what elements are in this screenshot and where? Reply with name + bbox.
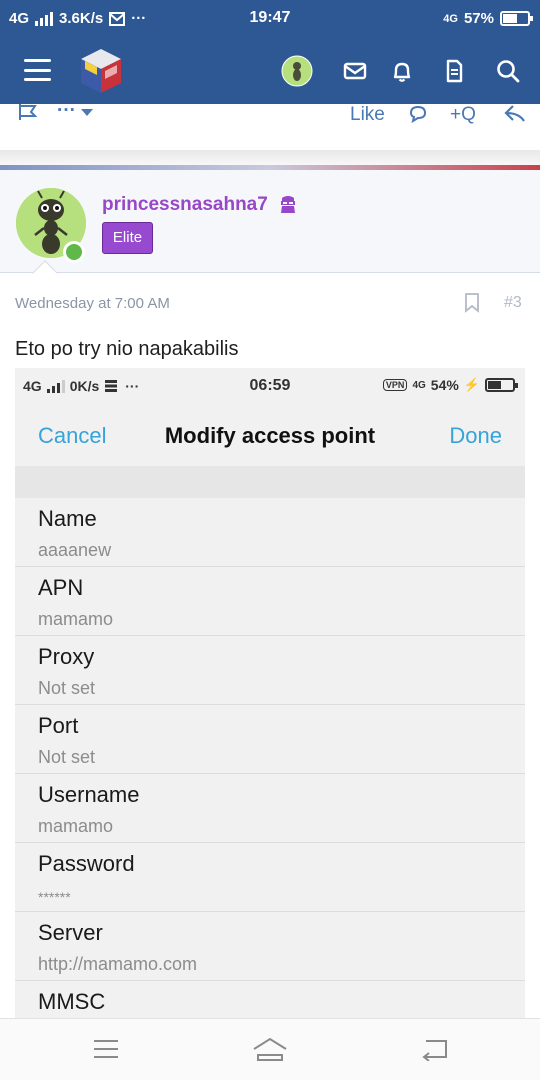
field-value: aaaanew	[38, 540, 112, 560]
report-flag-icon[interactable]	[17, 104, 39, 122]
field-username[interactable]: Username mamamo	[15, 774, 525, 843]
battery-icon	[500, 11, 533, 26]
field-value: Not set	[38, 678, 96, 698]
field-mmsc[interactable]: MMSC	[15, 981, 525, 1020]
field-label: Name	[38, 506, 97, 531]
reply-bubble-icon[interactable]	[408, 105, 428, 123]
vpn-icon: VPN	[382, 379, 408, 391]
username[interactable]: princessnasahna7	[102, 194, 268, 216]
like-button[interactable]: Like	[350, 104, 385, 126]
field-port[interactable]: Port Not set	[15, 705, 525, 774]
embedded-battery-percent: 54%	[430, 377, 459, 393]
field-value: Not set	[38, 747, 96, 767]
field-value: http://mamamo.com	[38, 954, 198, 974]
field-label: Username	[38, 782, 140, 807]
embedded-battery-icon	[485, 378, 518, 392]
embedded-status-bar: 4G 0K/s ··· 06:59 VPN 4G 54% ⚡	[15, 368, 525, 404]
chevron-down-icon[interactable]	[80, 108, 94, 118]
embedded-screenshot[interactable]: 4G 0K/s ··· 06:59 VPN 4G 54% ⚡ Cancel Mo…	[15, 368, 525, 1020]
post-number[interactable]: #3	[504, 294, 522, 312]
document-icon[interactable]	[439, 56, 469, 86]
home-icon[interactable]	[252, 1037, 288, 1063]
share-reply-icon[interactable]	[503, 104, 527, 124]
online-status-icon	[63, 241, 85, 263]
site-logo[interactable]	[77, 47, 125, 95]
field-label: APN	[38, 575, 84, 600]
field-value: mamamo	[38, 816, 114, 836]
field-value: ******	[38, 889, 71, 905]
bell-icon[interactable]	[387, 56, 417, 86]
charging-icon: ⚡	[463, 377, 480, 392]
post-action-bar: ··· Like +Q	[0, 100, 540, 150]
mail-icon[interactable]	[340, 56, 370, 86]
done-button[interactable]: Done	[449, 423, 502, 449]
status-bar: 4G 3.6K/s ··· 19:47 4G 57%	[0, 0, 540, 38]
back-icon[interactable]	[420, 1037, 450, 1061]
bookmark-icon[interactable]	[464, 293, 480, 313]
top-bar: 4G 3.6K/s ··· 19:47 4G 57%	[0, 0, 540, 104]
menu-icon[interactable]	[92, 1037, 120, 1061]
menu-icon[interactable]	[24, 59, 51, 81]
field-apn[interactable]: APN mamamo	[15, 567, 525, 636]
quote-button[interactable]: +Q	[450, 104, 476, 126]
field-password[interactable]: Password ******	[15, 843, 525, 912]
field-label: Proxy	[38, 644, 95, 669]
field-label: MMSC	[38, 989, 106, 1014]
ninja-icon	[281, 196, 295, 213]
user-badge: Elite	[102, 222, 153, 254]
field-name[interactable]: Name aaaanew	[15, 498, 525, 567]
field-proxy[interactable]: Proxy Not set	[15, 636, 525, 705]
embedded-battery-network: 4G	[412, 379, 426, 391]
post-header: princessnasahna7 Elite	[0, 170, 540, 273]
access-point-header: Cancel Modify access point Done	[15, 404, 525, 466]
more-options[interactable]: ···	[57, 100, 76, 122]
user-avatar[interactable]	[281, 55, 313, 87]
search-icon[interactable]	[493, 56, 523, 86]
section-gap	[15, 466, 525, 498]
divider-shadow	[0, 150, 540, 165]
field-label: Port	[38, 713, 79, 738]
app-bar	[0, 38, 540, 104]
battery-percent: 57%	[463, 10, 494, 27]
field-server[interactable]: Server http://mamamo.com	[15, 912, 525, 981]
field-value: mamamo	[38, 609, 114, 629]
field-label: Password	[38, 851, 135, 876]
post-message: Eto po try nio napakabilis	[15, 338, 239, 360]
battery-network: 4G	[443, 12, 458, 25]
field-label: Server	[38, 920, 103, 945]
navigation-bar	[0, 1018, 540, 1080]
post-date[interactable]: Wednesday at 7:00 AM	[15, 295, 170, 312]
